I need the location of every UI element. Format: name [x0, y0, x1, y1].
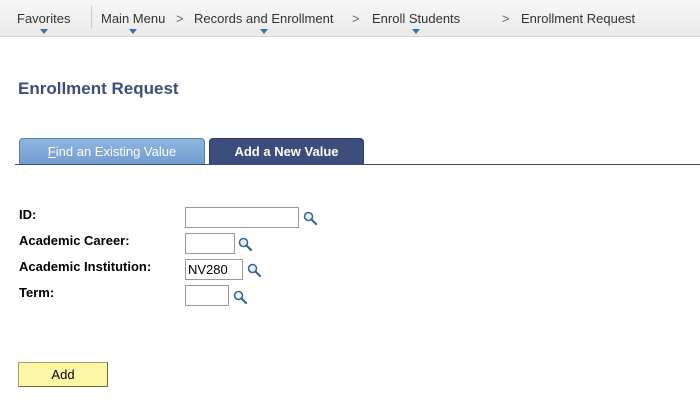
- breadcrumb-records-enrollment[interactable]: Records and Enrollment: [194, 11, 334, 34]
- caret-down-icon: [129, 29, 138, 34]
- caret-down-icon: [412, 29, 421, 34]
- top-nav-bar: Favorites Main Menu > Records and Enroll…: [0, 0, 700, 37]
- breadcrumb-separator-icon: >: [502, 11, 510, 26]
- magnifier-icon[interactable]: [238, 237, 252, 251]
- nav-divider: [91, 6, 92, 28]
- nav-favorites[interactable]: Favorites: [17, 11, 71, 34]
- tab-accelerator-key: F: [47, 144, 56, 159]
- academic-institution-label: Academic Institution:: [19, 259, 152, 274]
- magnifier-icon[interactable]: [303, 211, 317, 225]
- breadcrumb-separator-icon: >: [352, 11, 360, 26]
- breadcrumb-separator-icon: >: [176, 11, 184, 26]
- caret-down-icon: [259, 29, 268, 34]
- breadcrumb-enroll-students[interactable]: Enroll Students: [372, 11, 461, 34]
- academic-career-label: Academic Career:: [19, 233, 130, 248]
- term-input[interactable]: [185, 285, 229, 306]
- tab-underline: [15, 164, 700, 165]
- nav-main-menu-label: Main Menu: [101, 11, 166, 26]
- term-label: Term:: [19, 285, 55, 300]
- breadcrumb-label: Records and Enrollment: [194, 11, 334, 26]
- tab-add-new-value[interactable]: Add a New Value: [209, 138, 364, 165]
- breadcrumb-enrollment-request[interactable]: Enrollment Request: [521, 11, 635, 26]
- academic-career-input[interactable]: [185, 233, 235, 254]
- caret-down-icon: [39, 29, 48, 34]
- nav-main-menu[interactable]: Main Menu: [101, 11, 166, 34]
- id-label: ID:: [19, 207, 37, 222]
- tab-label: ind an Existing Value: [55, 144, 177, 159]
- add-button[interactable]: Add: [18, 362, 108, 387]
- breadcrumb-label: Enroll Students: [372, 11, 461, 26]
- magnifier-icon[interactable]: [233, 290, 247, 304]
- tab-find-existing-value[interactable]: Find an Existing Value: [19, 138, 205, 165]
- breadcrumb-label: Enrollment Request: [521, 11, 636, 26]
- page-title: Enrollment Request: [18, 79, 179, 98]
- nav-favorites-label: Favorites: [17, 11, 71, 26]
- id-input[interactable]: [185, 207, 299, 228]
- magnifier-icon[interactable]: [247, 263, 261, 277]
- academic-institution-input[interactable]: [185, 259, 243, 280]
